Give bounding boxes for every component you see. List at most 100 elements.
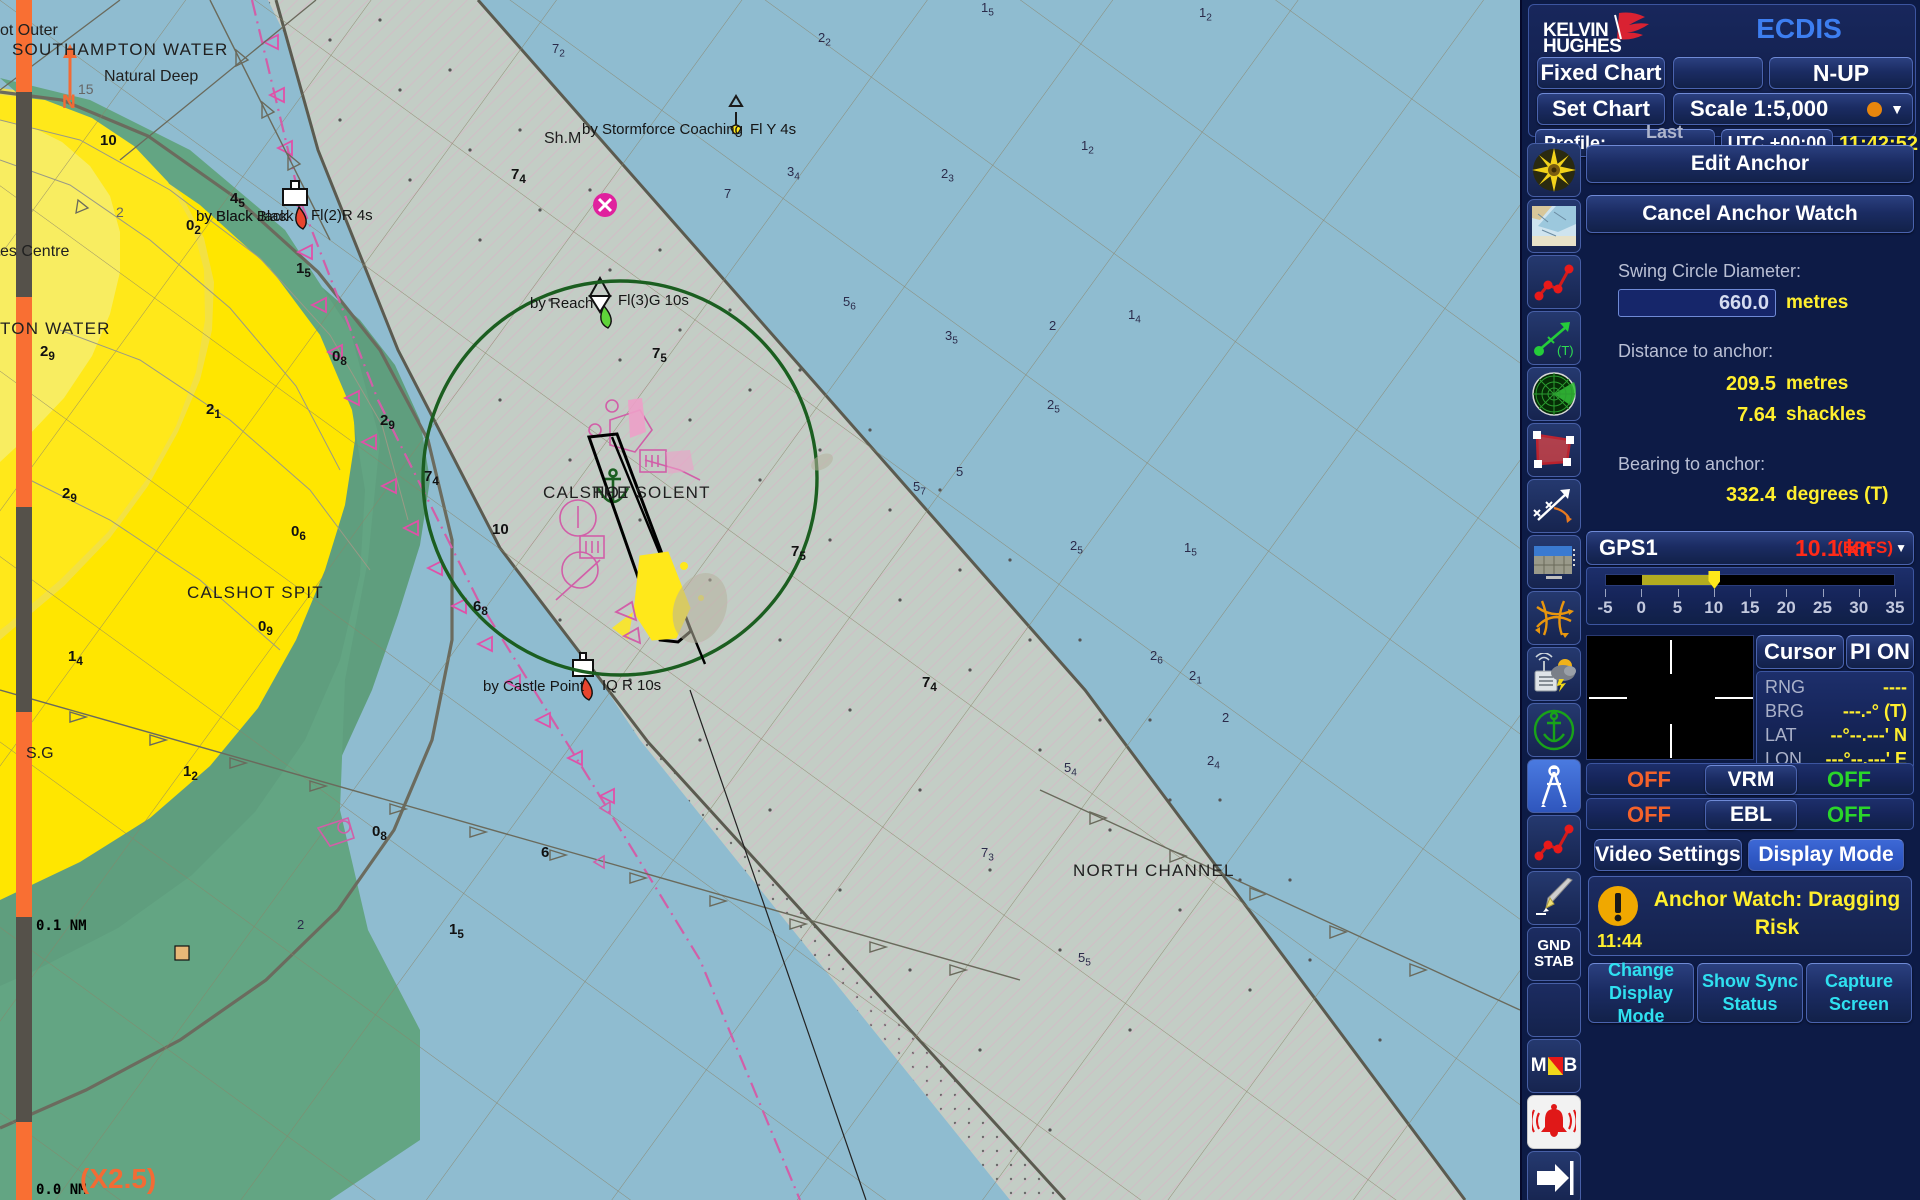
radar-ppi-icon[interactable] [1527, 367, 1581, 421]
ebl-row: OFF EBL OFF [1586, 798, 1914, 830]
swing-circle-input[interactable]: 660.0 [1618, 289, 1776, 317]
cursor-button[interactable]: Cursor [1756, 635, 1844, 669]
alarm-bell-icon[interactable] [1527, 1095, 1581, 1149]
blank-header-button[interactable] [1673, 57, 1763, 89]
speed-tick-label: 20 [1776, 598, 1796, 617]
vrm-left-state[interactable]: OFF [1627, 767, 1671, 793]
video-settings-button[interactable]: Video Settings [1594, 839, 1742, 871]
cursor-crosshair-box[interactable] [1586, 635, 1754, 760]
speed-source-label: GPS1 [1599, 535, 1658, 560]
orientation-button[interactable]: N-UP [1769, 57, 1913, 89]
speed-tick-label: 30 [1849, 598, 1869, 617]
distance-metres-value: 209.5 [1725, 373, 1776, 395]
speed-tick [1858, 589, 1860, 597]
distance-metres-unit: metres [1786, 373, 1849, 394]
speed-tick [1605, 589, 1606, 597]
speed-tick [1713, 589, 1715, 597]
speed-source-selector[interactable]: GPS1 10.1 kn (EPFS) ▼ [1586, 531, 1914, 565]
cursor-readout-key: LAT [1765, 724, 1797, 745]
route-waypoints-icon[interactable] [1527, 255, 1581, 309]
tool-rail: (T) GND STAB M B [1527, 143, 1583, 1200]
guard-zone-icon[interactable] [1527, 423, 1581, 477]
ebl-left-state[interactable]: OFF [1627, 802, 1671, 828]
speed-tick-label: 35 [1885, 598, 1905, 617]
speed-tick-label: -5 [1597, 598, 1613, 617]
heading-vector-icon[interactable]: (T) [1527, 311, 1581, 365]
set-chart-button[interactable]: Set Chart [1537, 93, 1665, 125]
speed-chevron-down-icon[interactable]: ▼ [1895, 541, 1907, 555]
alarm-banner[interactable]: 11:44 Anchor Watch: Dragging Risk [1588, 876, 1912, 956]
bearing-unit: degrees (T) [1786, 484, 1889, 505]
cancel-anchor-watch-button[interactable]: Cancel Anchor Watch [1586, 195, 1914, 233]
swing-circle-unit: metres [1786, 292, 1849, 313]
alarm-message-line-2: Risk [1754, 916, 1800, 939]
trial-manoeuvre-icon[interactable] [1527, 591, 1581, 645]
action-line-2: Status [1722, 994, 1778, 1014]
pencil-edit-icon[interactable] [1527, 871, 1581, 925]
scale-label: Scale 1:5,000 [1690, 96, 1829, 121]
speed-tick-label: 10 [1704, 598, 1724, 617]
weather-station-icon[interactable] [1527, 647, 1581, 701]
chart-panel-icon[interactable] [1527, 535, 1581, 589]
speed-tick [1822, 589, 1824, 597]
kelvin-hughes-logo: KELVIN HUGHES [1541, 11, 1661, 57]
speed-tick-label: 0 [1636, 598, 1646, 617]
route-plan-icon[interactable] [1527, 815, 1581, 869]
distance-to-anchor-label: Distance to anchor: [1618, 341, 1774, 361]
action-line-1: Change [1607, 959, 1674, 980]
action-line-1: Capture [1824, 971, 1893, 991]
crosshair-bottom [1670, 724, 1672, 758]
display-mode-button[interactable]: Display Mode [1748, 839, 1904, 871]
speed-track [1605, 574, 1895, 586]
cursor-readout-key: RNG [1765, 676, 1805, 697]
vrm-right-state[interactable]: OFF [1827, 767, 1871, 793]
action-line-1: Show Sync [1701, 971, 1799, 991]
speed-gauge: -5 0 5 10 15 20 25 30 35 [1586, 567, 1914, 625]
scale-status-dot [1867, 101, 1882, 117]
speed-tick-label: 15 [1740, 598, 1760, 617]
scale-selector[interactable]: Scale 1:5,000 ▼ [1673, 93, 1913, 125]
control-panel: KELVIN HUGHES ECDIS Fixed Chart N-UP Set… [1520, 0, 1920, 1200]
svg-text:(T): (T) [1557, 343, 1574, 358]
blank-slot[interactable] [1527, 983, 1581, 1037]
chart-marker [174, 945, 190, 961]
anchor-watch-icon[interactable] [1527, 703, 1581, 757]
panel-collapse-icon[interactable] [1527, 1151, 1581, 1200]
dividers-icon[interactable] [1527, 759, 1581, 813]
chart-display-area[interactable]: 0.1 NM 0.0 NM (X2.5) N SOUTHAMPTON WATER… [0, 0, 1520, 1200]
chevron-down-icon[interactable]: ▼ [1890, 101, 1904, 117]
ebl-button[interactable]: EBL [1705, 800, 1797, 830]
gnd-stab-button[interactable]: GND STAB [1527, 927, 1581, 981]
cursor-readout-value: ---.-° (T) [1842, 700, 1907, 721]
speed-marker [1708, 571, 1721, 589]
ebl-right-state[interactable]: OFF [1827, 802, 1871, 828]
cursor-readout-row: LAT --°--.---' N [1765, 723, 1907, 747]
vrm-row: OFF VRM OFF [1586, 763, 1914, 795]
vrm-button[interactable]: VRM [1705, 765, 1797, 795]
swing-circle-label: Swing Circle Diameter: [1618, 261, 1802, 281]
alarm-message-line-1: Anchor Watch: Dragging [1653, 888, 1901, 911]
fixed-chart-button[interactable]: Fixed Chart [1537, 57, 1665, 89]
speed-tick-label: 25 [1813, 598, 1832, 617]
speed-tick [1677, 589, 1679, 597]
pi-mode-button[interactable]: PI ON [1846, 635, 1914, 669]
action-button-3[interactable]: Capture Screen [1806, 963, 1912, 1023]
cursor-readout-value: ---- [1883, 676, 1907, 697]
mob-marker-icon[interactable]: MB [1527, 1039, 1581, 1093]
bottom-action-row: Change Display Mode Show Sync Status Capture… [1588, 960, 1912, 1026]
speed-tick [1786, 589, 1788, 597]
cursor-readout-rows: RNG ---- BRG ---.-° (T) LAT --°--.---' N LON --… [1757, 672, 1913, 771]
chart-thumbnail-icon[interactable] [1527, 199, 1581, 253]
action-button-2[interactable]: Show Sync Status [1697, 963, 1803, 1023]
compass-rose-icon[interactable] [1527, 143, 1581, 197]
cursor-readout: RNG ---- BRG ---.-° (T) LAT --°--.---' N LON --… [1756, 671, 1914, 770]
edit-anchor-button[interactable]: Edit Anchor [1586, 145, 1914, 183]
cursor-readout-row: BRG ---.-° (T) [1765, 699, 1907, 723]
chart-scale-bar [16, 0, 32, 1200]
crosshair-right [1715, 697, 1753, 699]
gnd-stab-line-2: STAB [1534, 953, 1574, 970]
vector-tools-icon[interactable] [1527, 479, 1581, 533]
speed-tick-labels: -5 0 5 10 15 20 25 30 35 [1597, 598, 1904, 620]
action-line-2: Screen [1828, 994, 1890, 1014]
action-button-1[interactable]: Change Display Mode [1588, 960, 1694, 1026]
